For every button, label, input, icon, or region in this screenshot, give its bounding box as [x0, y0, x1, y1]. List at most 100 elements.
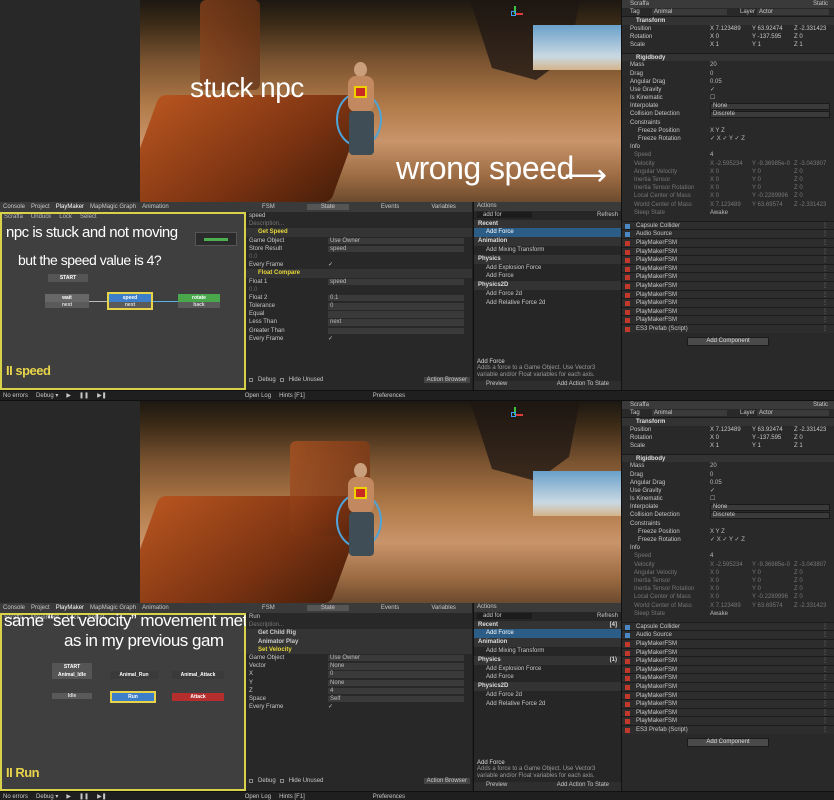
action-item[interactable]: Add Relative Force 2d — [474, 700, 621, 709]
scale-y-2[interactable]: Y 1 — [752, 442, 761, 450]
tag-dropdown-2[interactable]: Animal — [652, 410, 727, 417]
freeze-position-toggles[interactable]: X Y Z — [710, 127, 725, 135]
refresh-button[interactable]: Refresh — [597, 211, 618, 220]
hide-unused-toggle[interactable] — [279, 378, 284, 382]
action-item[interactable]: Add Force — [474, 272, 621, 281]
action-item[interactable]: Add Force — [474, 629, 621, 639]
scene-view[interactable]: stuck npc wrong speed ⟶ — [140, 0, 621, 202]
step-icon-2[interactable]: ▶❚ — [97, 793, 107, 800]
position-x[interactable]: X 7.123489 — [710, 25, 741, 33]
component-header[interactable]: PlayMakerFSM ⋮ — [622, 639, 834, 648]
component-header[interactable]: PlayMakerFSM ⋮ — [622, 682, 834, 691]
component-header[interactable]: PlayMakerFSM ⋮ — [622, 306, 834, 316]
state-animal-run[interactable]: Animal_Run — [110, 671, 158, 679]
lock-button[interactable]: Lock — [59, 214, 72, 220]
start-node[interactable]: START — [48, 274, 88, 282]
minimap[interactable] — [195, 232, 237, 246]
tab-events-2[interactable]: Events — [381, 605, 399, 611]
greater-than-dropdown[interactable] — [328, 327, 464, 335]
every-frame-checkbox-2[interactable]: ✓ — [328, 335, 333, 343]
action-category[interactable]: Physics — [474, 254, 621, 264]
debug-toggle-2[interactable] — [249, 779, 253, 783]
pause-icon-2[interactable]: ❚❚ — [79, 793, 89, 800]
action-category[interactable]: Animation — [474, 638, 621, 647]
hints-button-2[interactable]: Hints [F1] — [279, 794, 305, 800]
tab-console[interactable]: Console — [3, 204, 25, 210]
preferences-button-2[interactable]: Preferences — [373, 794, 405, 800]
use-gravity-checkbox-2[interactable]: ✓ — [710, 487, 715, 495]
state-animal-attack[interactable]: Animal_Attack — [172, 671, 224, 679]
transform-header[interactable]: Transform — [622, 16, 834, 25]
static-toggle-2[interactable]: Static — [813, 401, 828, 409]
add-component-button[interactable]: Add Component — [687, 336, 769, 346]
component-header[interactable]: PlayMakerFSM ⋮ — [622, 255, 834, 264]
action-get-speed[interactable]: Get Speed — [246, 228, 472, 237]
object-name[interactable]: Scraffa — [630, 1, 649, 7]
action-get-child-rig[interactable]: Get Child Rig — [246, 629, 472, 638]
state-name-field-2[interactable]: Run — [249, 614, 260, 620]
debug-dropdown[interactable]: Debug ▾ — [36, 392, 58, 399]
component-header[interactable]: Audio Source ⋮ — [622, 229, 834, 239]
component-header[interactable]: PlayMakerFSM ⋮ — [622, 716, 834, 725]
use-gravity-checkbox[interactable]: ✓ — [710, 86, 715, 94]
start-node-2[interactable]: START Animal_Idle — [52, 663, 92, 679]
rotation-z[interactable]: Z 0 — [794, 33, 803, 41]
transform-gizmo-icon-2[interactable] — [508, 407, 523, 421]
component-header[interactable]: PlayMakerFSM ⋮ — [622, 289, 834, 299]
component-header[interactable]: PlayMakerFSM ⋮ — [622, 656, 834, 665]
refresh-button-2[interactable]: Refresh — [597, 612, 618, 621]
game-object-dropdown[interactable]: Use Owner — [328, 237, 464, 245]
component-header[interactable]: PlayMakerFSM ⋮ — [622, 664, 834, 674]
errors-indicator[interactable]: No errors — [3, 393, 28, 399]
transform-header-2[interactable]: Transform — [622, 417, 834, 426]
npc-character[interactable] — [336, 62, 382, 157]
debug-dropdown-2[interactable]: Debug ▾ — [36, 793, 58, 800]
pause-icon[interactable]: ❚❚ — [79, 392, 89, 399]
info-foldout[interactable]: Info — [630, 144, 640, 150]
component-header[interactable]: PlayMakerFSM ⋮ — [622, 690, 834, 700]
sv-every-frame-checkbox[interactable]: ✓ — [328, 703, 333, 711]
action-category[interactable]: Physics2D — [474, 281, 621, 290]
add-action-button[interactable]: Add Action To State — [557, 381, 609, 390]
play-icon[interactable]: ▶ — [66, 392, 71, 399]
angular-drag-field[interactable]: 0.05 — [710, 78, 722, 86]
action-float-compare[interactable]: Float Compare — [246, 269, 472, 278]
action-set-velocity[interactable]: Set Velocity — [246, 645, 472, 654]
tab-project[interactable]: Project — [31, 204, 50, 210]
component-header[interactable]: ES3 Prefab (Script) ⋮ — [622, 324, 834, 333]
mass-field-2[interactable]: 20 — [710, 462, 717, 470]
preview-button-2[interactable]: Preview — [486, 782, 507, 791]
angular-drag-field-2[interactable]: 0.05 — [710, 479, 722, 487]
component-header[interactable]: PlayMakerFSM ⋮ — [622, 272, 834, 282]
preview-button[interactable]: Preview — [486, 381, 507, 390]
fsm-graph[interactable]: Scraffa Unduck Lock Select npc is stuck … — [0, 212, 246, 390]
transition-run[interactable]: Run — [110, 691, 156, 703]
component-header[interactable]: PlayMakerFSM ⋮ — [622, 647, 834, 657]
select-button[interactable]: Select — [80, 214, 97, 220]
rotation-x-2[interactable]: X 0 — [710, 434, 719, 442]
less-than-dropdown[interactable]: next — [328, 319, 464, 326]
component-header[interactable]: PlayMakerFSM ⋮ — [622, 707, 834, 717]
info-foldout-2[interactable]: Info — [630, 545, 640, 551]
sv-y-field[interactable]: None — [328, 679, 464, 686]
constraints-foldout[interactable]: Constraints — [630, 120, 660, 126]
collision-dropdown[interactable]: Discrete — [710, 111, 830, 118]
tag-dropdown[interactable]: Animal — [652, 9, 727, 16]
component-header[interactable]: Audio Source ⋮ — [622, 630, 834, 640]
every-frame-checkbox[interactable]: ✓ — [328, 261, 333, 269]
position-z-2[interactable]: Z -2.331423 — [794, 426, 826, 434]
add-component-button-2[interactable]: Add Component — [687, 737, 769, 747]
component-header[interactable]: PlayMakerFSM ⋮ — [622, 281, 834, 290]
float1-field[interactable]: speed — [328, 278, 464, 285]
transition-idle[interactable]: Idle — [52, 693, 92, 699]
tab-state-2[interactable]: State — [306, 605, 349, 611]
drag-field[interactable]: 0 — [710, 70, 713, 78]
errors-indicator-2[interactable]: No errors — [3, 794, 28, 800]
interpolate-dropdown[interactable]: None — [710, 103, 830, 110]
actions-search-2[interactable]: add for — [477, 612, 532, 619]
rotation-z-2[interactable]: Z 0 — [794, 434, 803, 442]
action-item[interactable]: Add Mixing Transform — [474, 647, 621, 656]
state-description-field-2[interactable]: Description... — [249, 622, 284, 628]
tab-variables[interactable]: Variables — [431, 204, 456, 210]
drag-field-2[interactable]: 0 — [710, 471, 713, 479]
